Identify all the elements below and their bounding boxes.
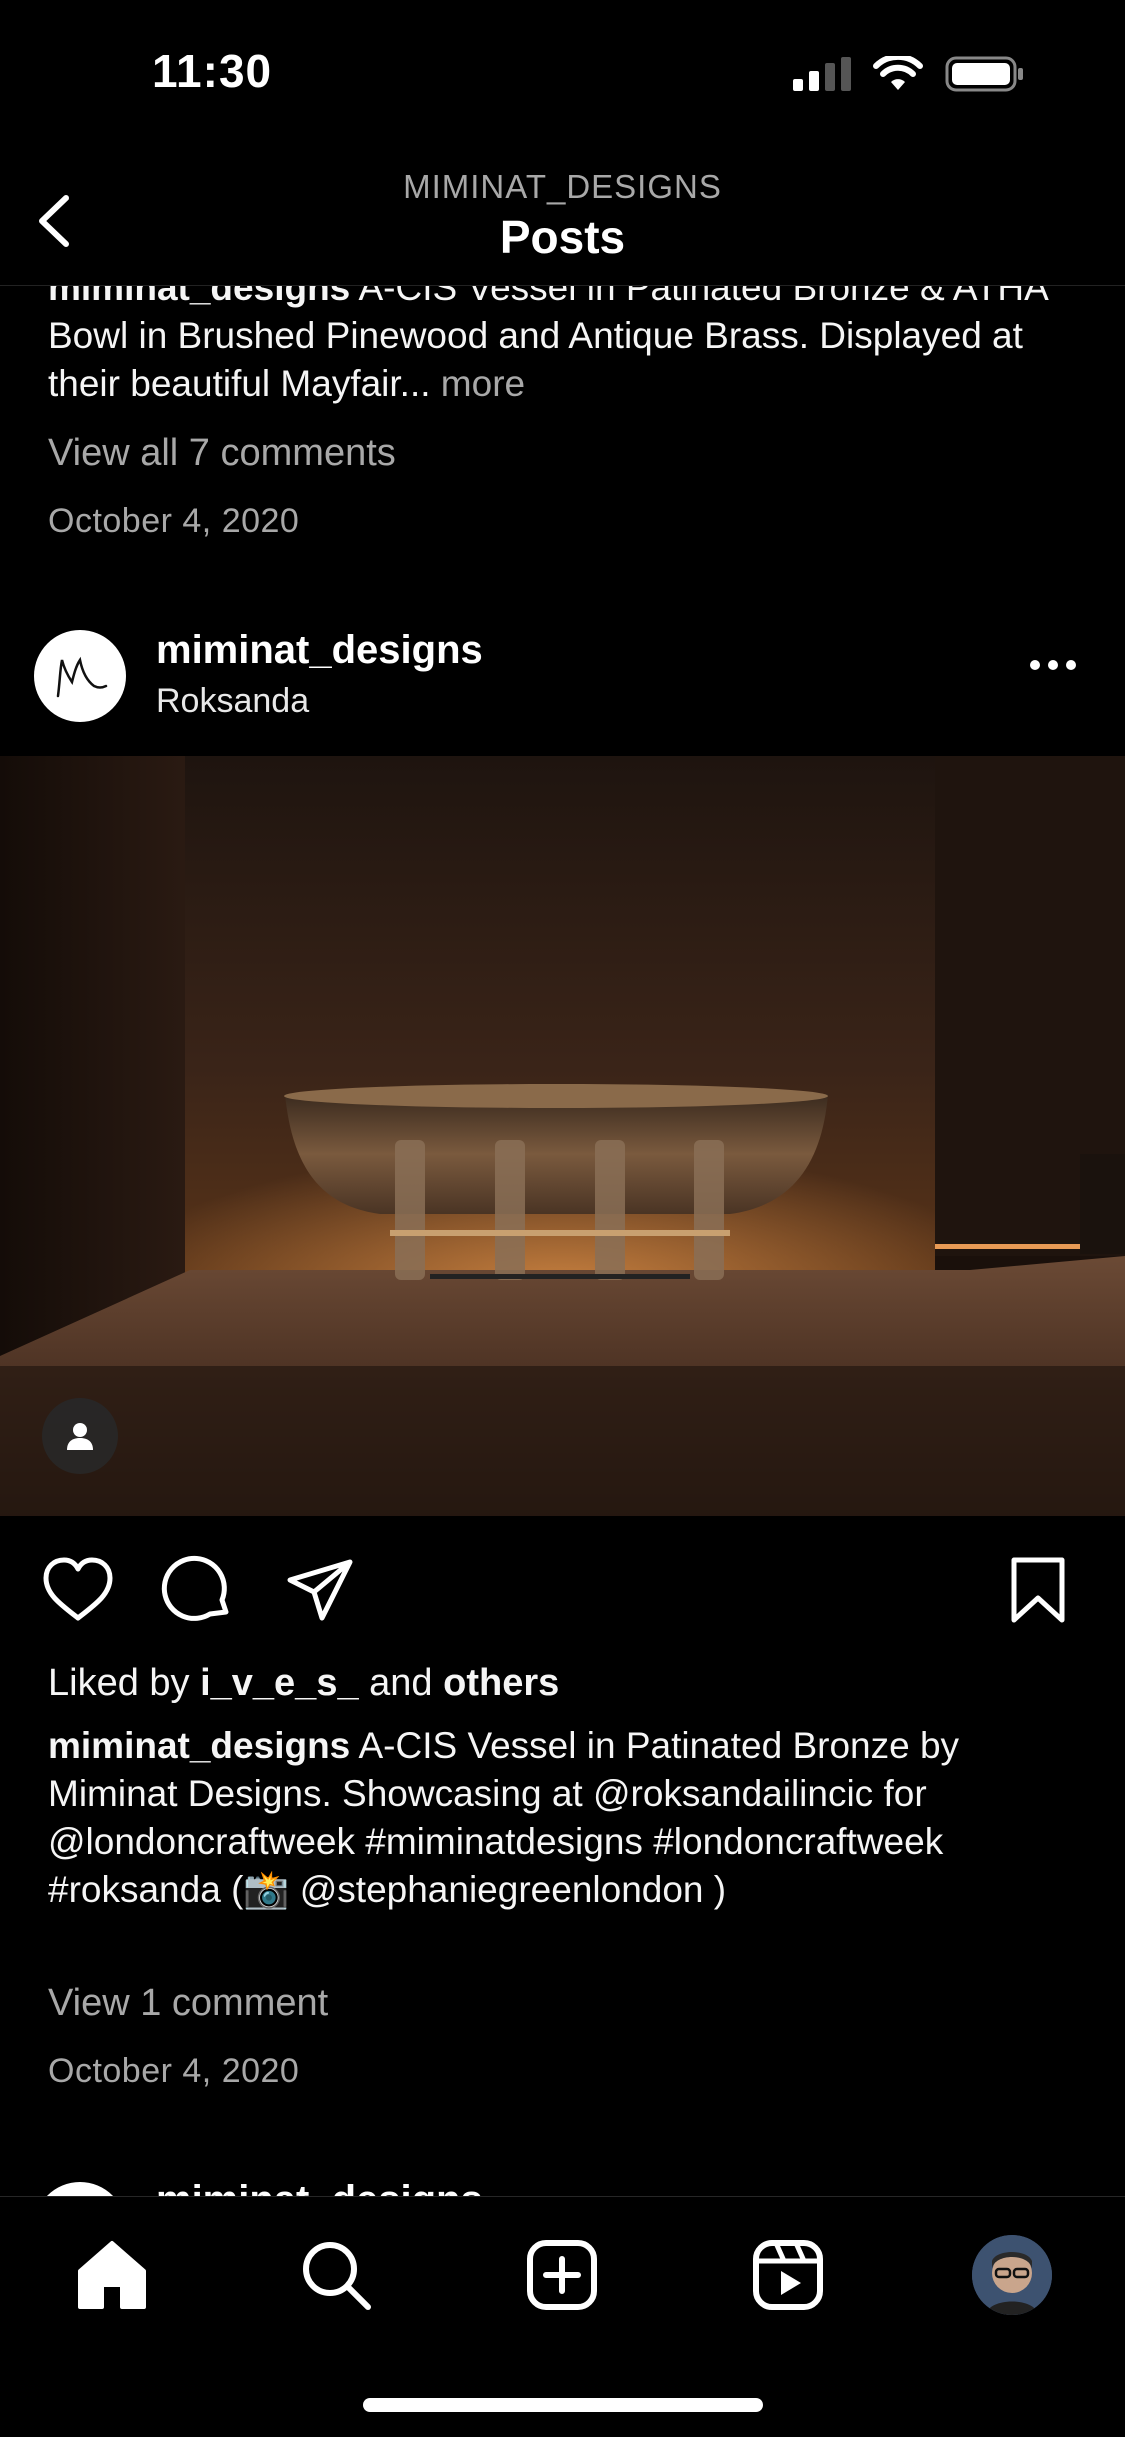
post-image[interactable] xyxy=(0,756,1125,1516)
header-subtitle: MIMINAT_DESIGNS xyxy=(403,168,722,205)
header: MIMINAT_DESIGNS Posts xyxy=(0,150,1125,286)
create-icon[interactable] xyxy=(522,2235,602,2315)
status-time: 11:30 xyxy=(152,45,273,97)
miminat-logo-icon xyxy=(56,656,108,698)
tagged-people-button[interactable] xyxy=(42,1398,118,1474)
profile-photo xyxy=(972,2235,1052,2315)
search-icon[interactable] xyxy=(296,2235,376,2315)
post-location[interactable]: Roksanda xyxy=(156,682,309,721)
bronze-vessel-photo xyxy=(0,756,1125,1516)
post-username[interactable]: miminat_designs xyxy=(156,628,483,673)
likes-others-link[interactable]: others xyxy=(443,1662,559,1704)
profile-avatar[interactable] xyxy=(972,2235,1052,2315)
likes-summary: Liked by i_v_e_s_ and others xyxy=(48,1662,560,1704)
post-caption: miminat_designs A-CIS Vessel in Patinate… xyxy=(48,1722,1088,1914)
post-username[interactable]: miminat_designs xyxy=(156,2178,483,2196)
cellular-signal-icon xyxy=(793,57,851,91)
view-comments-link[interactable]: View all 7 comments xyxy=(48,432,396,475)
more-link[interactable]: more xyxy=(431,363,525,404)
avatar[interactable] xyxy=(34,630,126,722)
bookmark-icon[interactable] xyxy=(1000,1552,1076,1628)
home-icon[interactable] xyxy=(72,2235,152,2315)
post-date: October 4, 2020 xyxy=(48,502,300,540)
caption-username[interactable]: miminat_designs xyxy=(48,1725,350,1766)
avatar[interactable] xyxy=(34,2182,126,2196)
home-indicator[interactable] xyxy=(363,2398,763,2412)
liked-by-user[interactable]: i_v_e_s_ xyxy=(200,1662,359,1704)
person-icon xyxy=(67,1423,93,1450)
like-heart-icon[interactable] xyxy=(40,1552,116,1628)
comment-icon[interactable] xyxy=(160,1552,236,1628)
more-options-icon[interactable] xyxy=(1030,660,1076,670)
battery-icon xyxy=(945,56,1023,92)
reels-icon[interactable] xyxy=(748,2235,828,2315)
share-paper-plane-icon[interactable] xyxy=(282,1552,358,1628)
page-title: Posts xyxy=(499,211,626,263)
view-comments-link[interactable]: View 1 comment xyxy=(48,1982,328,2025)
next-post-header: miminat_designs xyxy=(0,2170,1125,2196)
wifi-icon xyxy=(873,56,923,90)
post-date: October 4, 2020 xyxy=(48,2052,300,2090)
status-icons xyxy=(793,56,1025,92)
